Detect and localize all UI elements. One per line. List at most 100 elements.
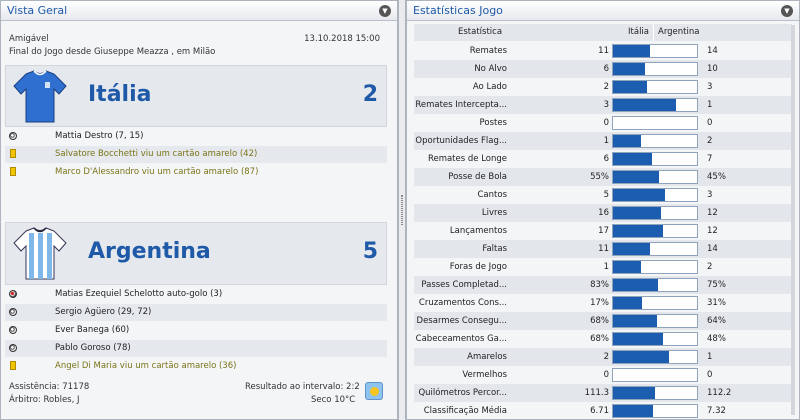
event-row: Salvatore Bocchetti viu um cartão amarel…	[5, 146, 387, 163]
stats-scrollbar[interactable]	[791, 25, 795, 415]
event-row: Mattia Destro (7, 15)	[5, 128, 387, 145]
event-text[interactable]: Ever Banega (60)	[55, 325, 129, 335]
away-value: 3	[707, 82, 713, 92]
event-text[interactable]: Marco D'Alessandro viu um cartão amarelo…	[55, 167, 258, 177]
event-text[interactable]: Sergio Agüero (29, 72)	[55, 307, 151, 317]
home-value: 6	[603, 64, 609, 74]
event-row: Angel Di Maria viu um cartão amarelo (36…	[5, 358, 387, 375]
home-value: 2	[603, 82, 609, 92]
home-share-fill	[613, 171, 660, 183]
away-value: 7.32	[707, 406, 726, 416]
home-share-fill	[613, 351, 670, 363]
home-share-fill	[613, 63, 645, 75]
away-value: 10	[707, 64, 718, 74]
stat-row: Lançamentos 17 12	[414, 222, 792, 240]
stat-row: Livres 16 12	[414, 204, 792, 222]
away-value: 1	[707, 100, 713, 110]
event-text[interactable]: Pablo Goroso (78)	[55, 343, 131, 353]
home-team-box: Itália 2	[5, 65, 387, 127]
comparison-bar	[612, 116, 698, 130]
home-column-header: Itália	[628, 27, 649, 37]
away-value: 0	[707, 370, 713, 380]
away-value: 3	[707, 190, 713, 200]
home-share-fill	[613, 153, 652, 165]
stat-label: Desarmes Consegu...	[416, 316, 507, 326]
stat-label: Oportunidades Flag...	[415, 136, 507, 146]
stat-row: Desarmes Consegu... 68% 64%	[414, 312, 792, 330]
home-value: 68%	[590, 316, 609, 326]
home-value: 11	[598, 244, 609, 254]
stats-panel: Estatísticas Jogo ▼ Estatística Itália A…	[406, 0, 800, 420]
stat-row: Cruzamentos Cons... 17% 31%	[414, 294, 792, 312]
competition-label: Amigável	[9, 34, 49, 44]
away-value: 0	[707, 118, 713, 128]
home-team-name[interactable]: Itália	[88, 82, 151, 107]
chevron-down-icon[interactable]: ▼	[379, 5, 391, 17]
comparison-bar	[612, 296, 698, 310]
home-share-fill	[613, 405, 654, 417]
away-value: 2	[707, 262, 713, 272]
stat-label: Vermelhos	[462, 370, 507, 380]
stat-label: Passes Completad...	[421, 280, 507, 290]
weather-icon	[365, 382, 383, 400]
home-value: 111.3	[584, 388, 609, 398]
home-share-fill	[613, 297, 643, 309]
home-share-fill	[613, 261, 641, 273]
sun-icon	[370, 387, 379, 396]
away-value: 7	[707, 154, 713, 164]
column-separator	[653, 24, 654, 41]
away-value: 45%	[707, 172, 726, 182]
away-value: 14	[707, 244, 718, 254]
home-share-fill	[613, 243, 650, 255]
panel-splitter[interactable]	[398, 0, 406, 420]
stat-row: Quilómetros Percor... 111.3 112.2	[414, 384, 792, 402]
yellow-card-icon	[10, 361, 16, 370]
referee[interactable]: Árbitro: Robles, J	[9, 395, 80, 405]
comparison-bar	[612, 314, 698, 328]
away-column-header: Argentina	[658, 27, 700, 37]
comparison-bar	[612, 260, 698, 274]
home-value: 6.71	[590, 406, 609, 416]
stat-row: Remates de Longe 6 7	[414, 150, 792, 168]
home-share-fill	[613, 333, 663, 345]
comparison-bar	[612, 170, 698, 184]
event-text[interactable]: Salvatore Bocchetti viu um cartão amarel…	[55, 149, 257, 159]
stat-row: Foras de Jogo 1 2	[414, 258, 792, 276]
stat-column-header: Estatística	[458, 27, 503, 37]
stat-row: Remates 11 14	[414, 42, 792, 60]
stat-label: Remates Intercepta...	[415, 100, 507, 110]
comparison-bar	[612, 368, 698, 382]
stat-label: Faltas	[482, 244, 507, 254]
stats-table-header: Estatística Itália Argentina	[414, 24, 792, 41]
event-text[interactable]: Angel Di Maria viu um cartão amarelo (36…	[55, 361, 236, 371]
football-icon	[9, 326, 17, 334]
stat-row: Cabeceamentos Ga... 68% 48%	[414, 330, 792, 348]
away-value: 31%	[707, 298, 726, 308]
event-text[interactable]: Mattia Destro (7, 15)	[55, 131, 144, 141]
home-share-fill	[613, 315, 657, 327]
event-text[interactable]: Matias Ezequiel Schelotto auto-golo (3)	[55, 289, 222, 299]
away-team-name[interactable]: Argentina	[88, 239, 211, 264]
football-icon	[9, 344, 17, 352]
home-value: 17%	[590, 298, 609, 308]
attendance: Assistência: 71178	[9, 382, 90, 392]
home-value: 83%	[590, 280, 609, 290]
stat-label: Classificação Média	[423, 406, 507, 416]
home-share-fill	[613, 207, 661, 219]
stat-label: Remates de Longe	[427, 154, 507, 164]
comparison-bar	[612, 152, 698, 166]
home-value: 1	[603, 262, 609, 272]
stat-label: Postes	[479, 118, 507, 128]
stat-row: Oportunidades Flag... 1 2	[414, 132, 792, 150]
home-value: 1	[603, 136, 609, 146]
away-value: 14	[707, 46, 718, 56]
stat-row: Postes 0 0	[414, 114, 792, 132]
stat-label: Livres	[481, 208, 507, 218]
splitter-grip[interactable]	[401, 195, 403, 225]
halftime-score: Resultado ao intervalo: 2:2	[245, 382, 360, 392]
chevron-down-icon[interactable]: ▼	[781, 5, 793, 17]
stat-row: Ao Lado 2 3	[414, 78, 792, 96]
home-share-fill	[613, 45, 650, 57]
stat-row: Amarelos 2 1	[414, 348, 792, 366]
home-value: 3	[603, 100, 609, 110]
